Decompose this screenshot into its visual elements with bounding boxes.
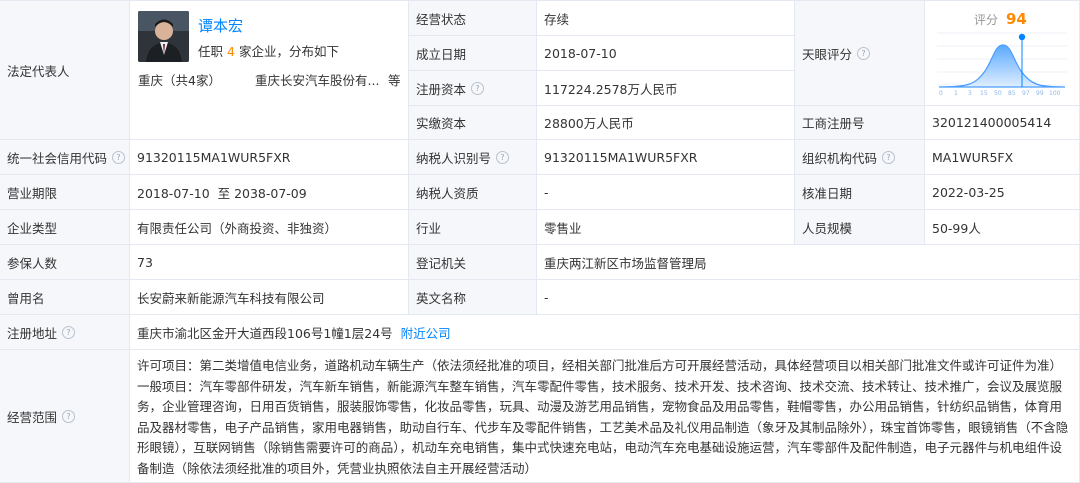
tianyan-label: 天眼评分 ?	[795, 1, 925, 106]
reg-authority-label: 登记机关	[409, 245, 537, 280]
reg-authority-value: 重庆两江新区市场监督管理局	[537, 245, 1080, 280]
nearby-companies-link[interactable]: 附近公司	[401, 323, 451, 342]
score-distribution-chart: 0 1 3 15 50 85 97 99 100	[937, 32, 1067, 97]
legal-rep-label: 法定代表人	[0, 1, 130, 140]
positions-count[interactable]: 4	[227, 44, 235, 59]
company-type-label: 企业类型	[0, 210, 130, 245]
help-icon[interactable]: ?	[882, 150, 896, 164]
svg-text:99: 99	[1036, 90, 1044, 97]
company-type-value: 有限责任公司（外商投资、非独资）	[130, 210, 409, 245]
established-label: 成立日期	[409, 36, 537, 71]
score-row: 评分 94	[974, 10, 1027, 28]
region-label[interactable]: 重庆（共4家）	[138, 73, 221, 88]
bell-curve	[938, 44, 1066, 88]
help-icon[interactable]: ?	[471, 81, 485, 95]
address-label: 注册地址 ?	[0, 315, 130, 350]
legal-rep-name[interactable]: 谭本宏	[198, 15, 243, 36]
former-name-value: 长安蔚来新能源汽车科技有限公司	[130, 280, 409, 315]
company-info-table: 法定代表人 谭本宏 任职 4 家企业，分布如下 重庆（共4家） 重庆长安汽车股份…	[0, 0, 1080, 483]
scope-value: 许可项目：第二类增值电信业务，道路机动车辆生产（依法须经批准的项目，经相关部门批…	[130, 350, 1080, 483]
insured-value: 73	[130, 245, 409, 280]
svg-text:100: 100	[1049, 90, 1061, 97]
score-value: 94	[1006, 10, 1027, 28]
taxpayer-id-value: 91320115MA1WUR5FXR	[537, 140, 795, 175]
org-code-label: 组织机构代码 ?	[795, 140, 925, 175]
insured-label: 参保人数	[0, 245, 130, 280]
english-name-label: 英文名称	[409, 280, 537, 315]
reg-capital-value: 117224.2578万人民币	[537, 71, 795, 106]
term-label: 营业期限	[0, 175, 130, 210]
established-value: 2018-07-10	[537, 36, 795, 71]
positions-summary: 任职 4 家企业，分布如下	[198, 44, 339, 59]
score-axis-labels: 0 1 3 15 50 85 97 99 100	[939, 90, 1061, 97]
reg-capital-label: 注册资本 ?	[409, 71, 537, 106]
staff-size-label: 人员规模	[795, 210, 925, 245]
svg-text:3: 3	[968, 90, 972, 97]
taxpayer-qual-label: 纳税人资质	[409, 175, 537, 210]
svg-text:1: 1	[954, 90, 958, 97]
legal-rep-card: 谭本宏 任职 4 家企业，分布如下 重庆（共4家） 重庆长安汽车股份有... 等	[130, 1, 409, 140]
more-label: 等	[388, 73, 401, 88]
biz-reg-no-value: 320121400005414	[925, 106, 1080, 140]
related-company[interactable]: 重庆长安汽车股份有...	[255, 70, 379, 89]
term-value: 2018-07-10 至 2038-07-09	[130, 175, 409, 210]
approval-date-label: 核准日期	[795, 175, 925, 210]
scope-label: 经营范围 ?	[0, 350, 130, 483]
region-row: 重庆（共4家） 重庆长安汽车股份有... 等	[138, 70, 401, 89]
industry-value: 零售业	[537, 210, 795, 245]
staff-size-value: 50-99人	[925, 210, 1080, 245]
approval-date-value: 2022-03-25	[925, 175, 1080, 210]
help-icon[interactable]: ?	[496, 150, 510, 164]
help-icon[interactable]: ?	[857, 46, 871, 60]
taxpayer-qual-value: -	[537, 175, 795, 210]
avatar[interactable]	[138, 11, 189, 62]
svg-text:85: 85	[1008, 90, 1016, 97]
svg-text:15: 15	[980, 90, 988, 97]
former-name-label: 曾用名	[0, 280, 130, 315]
biz-reg-no-label: 工商注册号	[795, 106, 925, 140]
english-name-value: -	[537, 280, 1080, 315]
credit-code-value: 91320115MA1WUR5FXR	[130, 140, 409, 175]
help-icon[interactable]: ?	[62, 409, 76, 423]
org-code-value: MA1WUR5FX	[925, 140, 1080, 175]
svg-text:50: 50	[994, 90, 1002, 97]
credit-code-label: 统一社会信用代码 ?	[0, 140, 130, 175]
paid-capital-label: 实缴资本	[409, 106, 537, 140]
help-icon[interactable]: ?	[112, 150, 126, 164]
status-value: 存续	[537, 1, 795, 36]
address-value: 重庆市渝北区金开大道西段106号1幢1层24号 附近公司	[130, 315, 1080, 350]
industry-label: 行业	[409, 210, 537, 245]
help-icon[interactable]: ?	[62, 325, 76, 339]
svg-text:0: 0	[939, 90, 943, 97]
svg-text:97: 97	[1022, 90, 1030, 97]
taxpayer-id-label: 纳税人识别号 ?	[409, 140, 537, 175]
status-label: 经营状态	[409, 1, 537, 36]
paid-capital-value: 28800万人民币	[537, 106, 795, 140]
score-marker-dot	[1018, 33, 1026, 41]
tianyan-score-panel[interactable]: 评分 94 0 1 3 15 50 85 97 99 100	[925, 1, 1080, 106]
